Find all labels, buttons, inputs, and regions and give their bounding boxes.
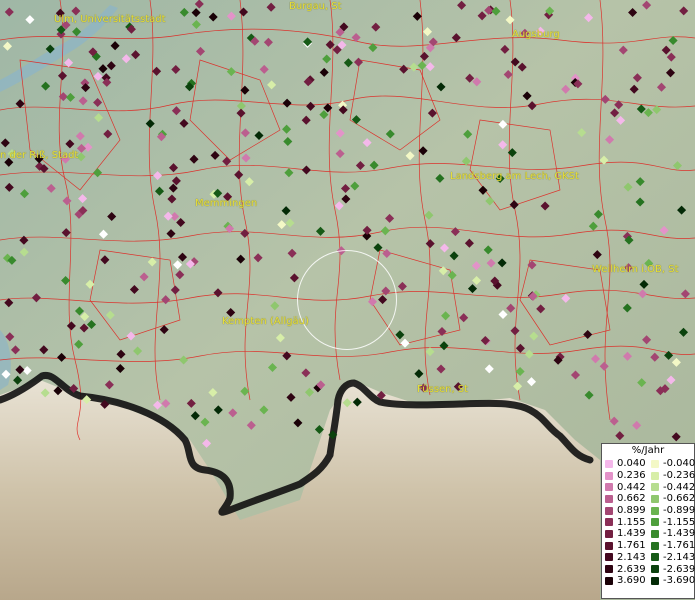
legend-negative-column: -0.040 -0.236 -0.442 -0.662 -0.899 -1.155 -1.4…: [648, 458, 695, 587]
legend-value: -2.639: [663, 563, 695, 575]
legend-swatch: [605, 576, 613, 585]
legend-positive-column: 0.040 0.236 0.442 0.662 0.899 1.155 1.439 1.761…: [602, 458, 648, 587]
legend-value: -0.442: [663, 481, 695, 493]
legend-positive-row: 0.442: [602, 481, 648, 493]
legend-title: %/Jahr: [631, 445, 665, 456]
legend-swatch: [605, 494, 613, 503]
legend-negative-row: -2.639: [648, 563, 695, 575]
legend-value: -0.899: [663, 505, 695, 517]
legend-positive-row: 0.236: [602, 470, 648, 482]
legend-value: -0.662: [663, 493, 695, 505]
legend-swatch: [605, 541, 613, 550]
legend-swatch: [651, 541, 659, 550]
legend-swatch: [605, 518, 613, 527]
legend-negative-row: -1.439: [648, 528, 695, 540]
city-label-weilheim: Weilheim i.OB, St: [592, 264, 679, 275]
legend-value: 0.899: [617, 505, 646, 517]
city-label-landsberg: Landsberg am Lech, GKSt: [450, 171, 579, 182]
legend-value: 2.639: [617, 563, 646, 575]
legend-value: 3.690: [617, 575, 646, 587]
legend-positive-row: 2.143: [602, 552, 648, 564]
legend-positive-row: 0.662: [602, 493, 648, 505]
city-label-kempten: Kempten (Allgäu): [222, 316, 309, 327]
legend-value: -3.690: [663, 575, 695, 587]
legend-negative-row: -0.442: [648, 481, 695, 493]
legend-negative-row: -1.761: [648, 540, 695, 552]
legend-swatch: [651, 518, 659, 527]
legend-value: 0.236: [617, 470, 646, 482]
legend-value: 0.040: [617, 458, 646, 470]
legend-swatch: [651, 576, 659, 585]
legend-value: 0.442: [617, 481, 646, 493]
legend-swatch: [605, 471, 613, 480]
legend-swatch: [651, 565, 659, 574]
legend-positive-row: 2.639: [602, 563, 648, 575]
legend-positive-row: 0.040: [602, 458, 648, 470]
legend-value: 1.761: [617, 540, 646, 552]
city-label-augsburg: Augsburg: [512, 29, 560, 40]
location-circle: [297, 250, 397, 350]
legend-positive-row: 1.155: [602, 516, 648, 528]
legend-value: 1.155: [617, 516, 646, 528]
legend-swatch: [605, 565, 613, 574]
legend-value: 2.143: [617, 551, 646, 563]
legend-positive-row: 0.899: [602, 505, 648, 517]
legend-panel: %/Jahr 0.040 0.236 0.442 0.662 0.899 1.155 1.4…: [601, 443, 695, 599]
legend-negative-row: -0.662: [648, 493, 695, 505]
city-label-burgau: Burgau, St: [289, 1, 342, 12]
legend-value: -0.040: [663, 458, 695, 470]
legend-swatch: [605, 553, 613, 562]
legend-swatch: [651, 494, 659, 503]
legend-negative-row: -0.899: [648, 505, 695, 517]
legend-swatch: [651, 483, 659, 492]
legend-negative-row: -0.236: [648, 470, 695, 482]
legend-value: -0.236: [663, 470, 695, 482]
legend-positive-row: 1.439: [602, 528, 648, 540]
legend-swatch: [651, 471, 659, 480]
legend-negative-row: -0.040: [648, 458, 695, 470]
legend-negative-row: -3.690: [648, 575, 695, 587]
city-label-fuessen: Füssen, St: [417, 384, 469, 395]
city-label-neu-ulm: n der Riß, Stadt: [0, 150, 79, 161]
legend-swatch: [605, 459, 613, 468]
legend-value: -1.439: [663, 528, 695, 540]
legend-positive-row: 1.761: [602, 540, 648, 552]
legend-swatch: [605, 506, 613, 515]
legend-negative-row: -2.143: [648, 551, 695, 564]
legend-value: -2.143: [663, 551, 695, 563]
legend-positive-row: 3.690: [602, 575, 648, 587]
legend-value: 1.439: [617, 528, 646, 540]
city-label-memmingen: Memmingen: [195, 198, 258, 209]
legend-value: -1.155: [663, 516, 695, 528]
legend-swatch: [651, 506, 659, 515]
legend-value: 0.662: [617, 493, 646, 505]
city-label-ulm: Ulm, Universitätsstadt: [54, 14, 166, 25]
legend-swatch: [605, 529, 613, 538]
legend-negative-row: -1.155: [648, 516, 695, 528]
legend-swatch: [605, 483, 613, 492]
legend-swatch: [651, 529, 659, 538]
legend-value: -1.761: [663, 540, 695, 552]
legend-swatch: [651, 459, 659, 468]
legend-swatch: [651, 553, 659, 562]
